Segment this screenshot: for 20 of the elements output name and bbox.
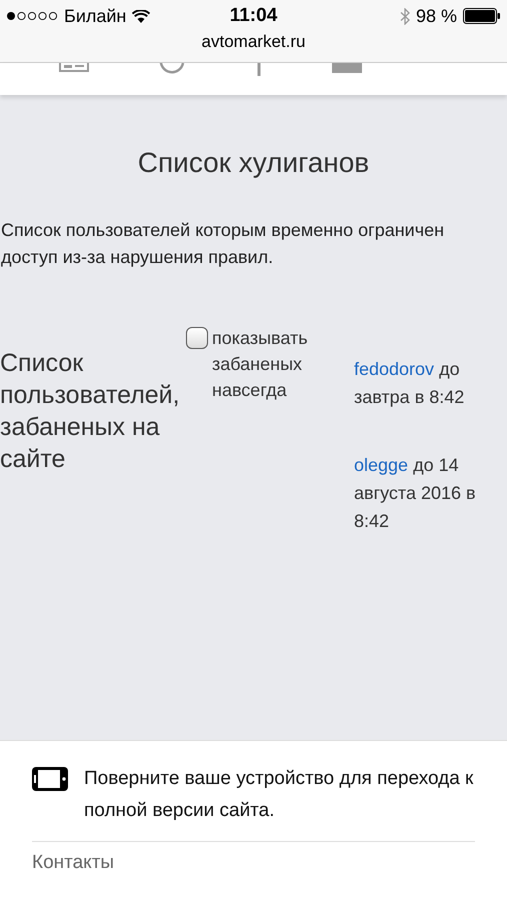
list-heading: Список пользователей, забаненых на сайте [0,348,181,475]
ban-entry: fedodorov до завтра в 8:42 [354,358,466,409]
page-description: Список пользователей которым временно ограничен доступ из-за нарушения правил. [0,219,446,269]
battery-percent: 98 % [416,6,457,26]
user-link[interactable]: olegge [354,455,408,475]
filter-checkbox[interactable] [186,327,208,349]
carrier-name: Билайн [64,6,126,26]
rotate-notice: Поверните ваше устройство для перехода к полной версии сайта. [84,767,474,823]
filter-label: показывать забаненых навсегда [212,327,309,402]
page-title: Список хулиганов [138,147,370,179]
bluetooth-icon [400,8,410,24]
address-url[interactable]: avtomarket.ru [202,32,306,52]
status-time: 11:04 [230,5,278,27]
user-link[interactable]: fedodorov [354,359,434,379]
rotate-phone-icon [32,767,68,791]
footer-link[interactable]: Контакты [32,852,114,874]
wifi-icon [132,10,150,22]
signal-icon [6,11,58,21]
ban-entry: olegge до 14 августа 2016 в 8:42 [354,454,477,533]
battery-icon [463,8,501,24]
